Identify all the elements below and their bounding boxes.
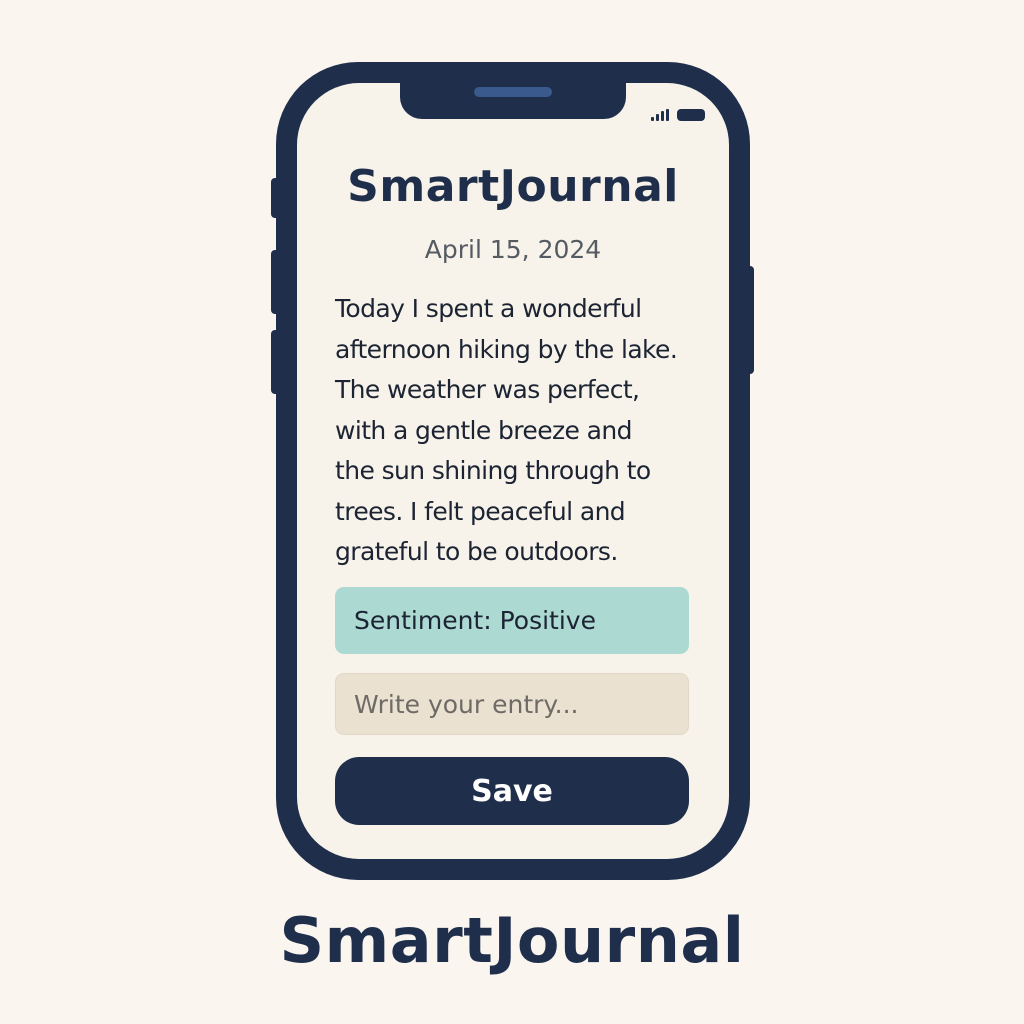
entry-input[interactable] (335, 673, 689, 735)
entry-line: with a gentle breeze and (335, 415, 632, 445)
entry-line: The weather was perfect, (335, 375, 640, 404)
phone-frame: SmartJournal April 15, 2024 Today I spen… (276, 62, 750, 880)
journal-entry-text: Today I spent a wonderful afternoon hiki… (335, 289, 709, 573)
brand-title: SmartJournal (279, 904, 745, 977)
speaker-grille (474, 87, 552, 97)
sentiment-badge: Sentiment: Positive (335, 587, 689, 654)
signal-icon (651, 109, 669, 121)
phone-screen: SmartJournal April 15, 2024 Today I spen… (297, 83, 729, 859)
app-title: SmartJournal (347, 161, 679, 212)
entry-line: the sun shining through to (335, 456, 651, 485)
entry-line: afternoon hiking by the lake. (335, 334, 678, 364)
entry-line: grateful to be outdoors. (335, 537, 618, 566)
notch (400, 83, 626, 119)
entry-line: trees. I felt peaceful and (335, 496, 626, 526)
entry-line: Today I spent a wonderful (335, 294, 642, 323)
entry-date: April 15, 2024 (424, 235, 602, 264)
battery-icon (677, 109, 705, 121)
save-button[interactable]: Save (335, 757, 689, 825)
status-bar (651, 109, 705, 121)
